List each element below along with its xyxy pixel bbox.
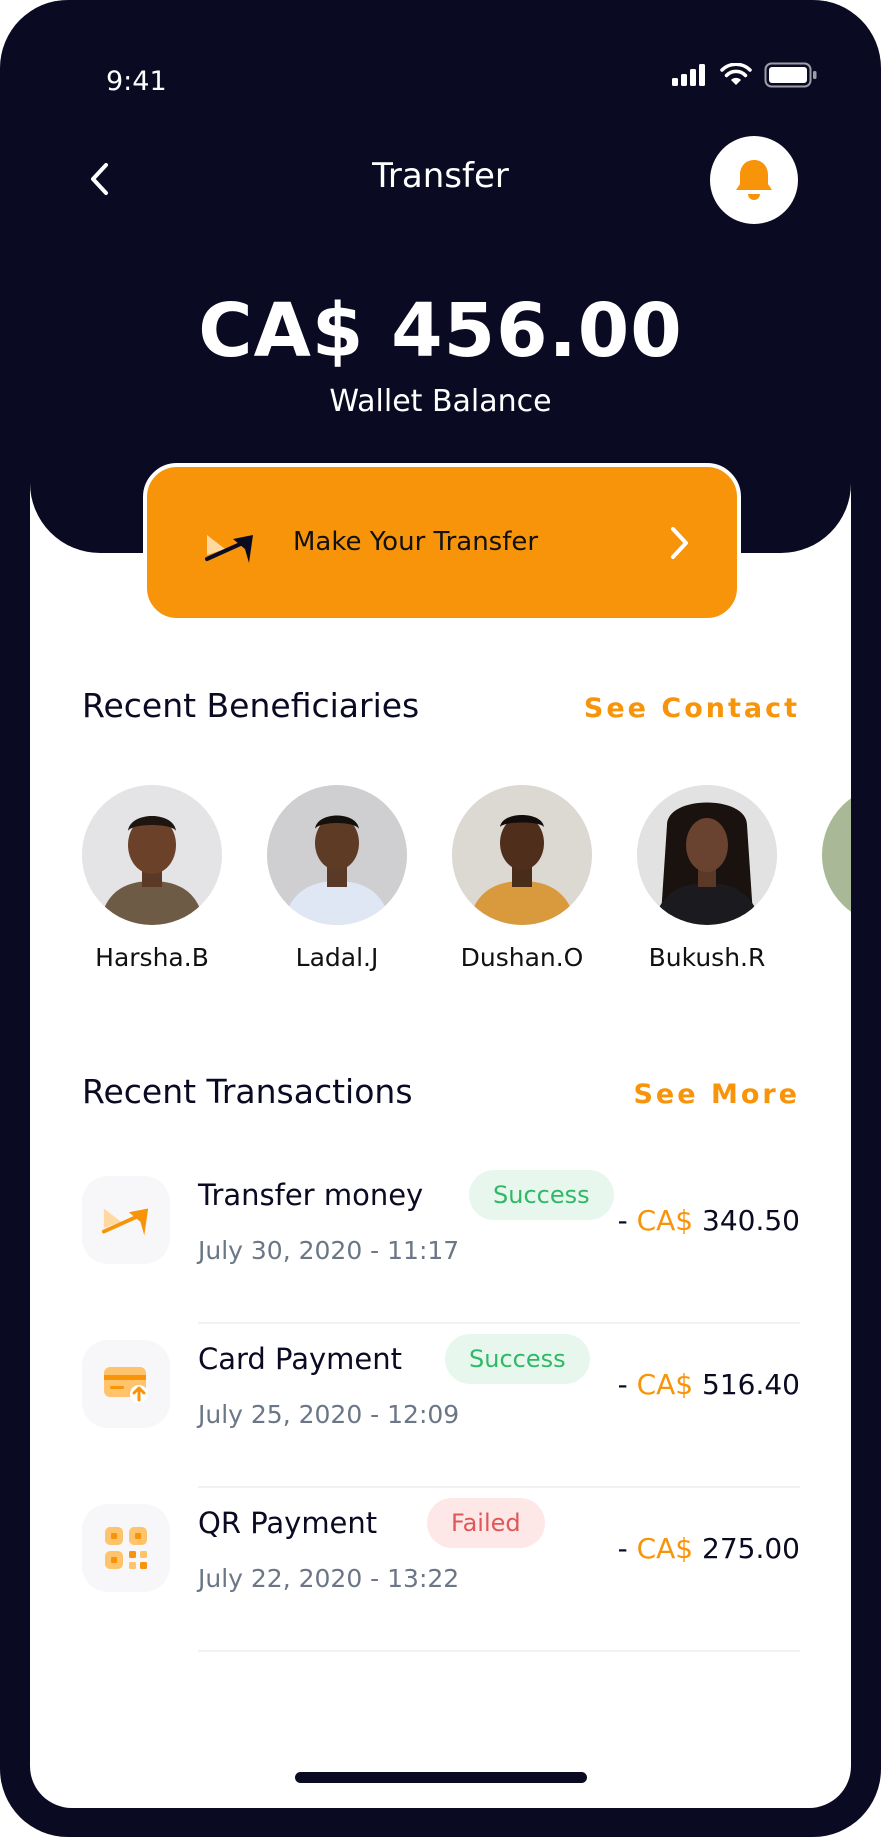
- beneficiary-avatar[interactable]: [452, 785, 592, 925]
- beneficiary-name: Bukush.R: [648, 943, 766, 972]
- chevron-right-icon: [671, 527, 688, 559]
- cellular-signal-icon: [672, 64, 705, 86]
- transaction-icon-box: [82, 1176, 170, 1264]
- transaction-title: Transfer money: [198, 1178, 424, 1212]
- bell-icon: [736, 160, 772, 200]
- amount-currency: CA$: [636, 1368, 694, 1401]
- transaction-icon-box: [82, 1340, 170, 1428]
- beneficiary-name: Dushan.O: [460, 943, 584, 972]
- transaction-date: July 30, 2020 - 11:17: [198, 1236, 460, 1265]
- amount-currency: CA$: [636, 1532, 694, 1565]
- transfer-icon: [101, 1208, 149, 1236]
- transaction-row[interactable]: QR Payment Failed July 22, 2020 - 13:22 …: [82, 1498, 800, 1668]
- home-indicator: [295, 1772, 587, 1783]
- transfer-arrow-icon: [205, 535, 253, 563]
- transaction-row[interactable]: Card Payment Success July 25, 2020 - 12:…: [82, 1334, 800, 1504]
- qr-code-icon: [105, 1527, 147, 1569]
- amount-value: 340.50: [702, 1204, 800, 1237]
- recent-beneficiaries-title: Recent Beneficiaries: [82, 686, 420, 725]
- phone-frame: 9:41 Transfer CA$ 456.00 Wallet Balance …: [0, 0, 881, 1837]
- transaction-row[interactable]: Transfer money Success July 30, 2020 - 1…: [82, 1170, 800, 1340]
- person-avatar-icon: [822, 785, 851, 925]
- amount-sign: -: [617, 1532, 628, 1565]
- card-payment-icon: [104, 1367, 148, 1403]
- see-more-link[interactable]: See More: [633, 1079, 800, 1110]
- see-contact-link[interactable]: See Contact: [584, 693, 800, 724]
- transaction-date: July 22, 2020 - 13:22: [198, 1564, 460, 1593]
- transaction-title: Card Payment: [198, 1342, 403, 1376]
- status-icons: [672, 62, 818, 88]
- beneficiary-name: H: [807, 943, 851, 972]
- make-transfer-label: Make Your Transfer: [293, 527, 539, 557]
- recent-transactions-title: Recent Transactions: [82, 1072, 413, 1111]
- notifications-button[interactable]: [710, 136, 798, 224]
- beneficiary-name: Ladal.J: [295, 943, 379, 972]
- wallet-balance-label: Wallet Balance: [329, 384, 552, 419]
- make-transfer-button[interactable]: Make Your Transfer: [143, 463, 741, 622]
- wifi-icon: [720, 63, 752, 85]
- transaction-icon-box: [82, 1504, 170, 1592]
- beneficiary-avatar[interactable]: [82, 785, 222, 925]
- status-badge: Success: [469, 1170, 614, 1220]
- divider: [198, 1322, 800, 1324]
- transaction-amount: - CA$ 340.50: [618, 1204, 800, 1237]
- status-time: 9:41: [106, 66, 167, 97]
- amount-value: 516.40: [702, 1368, 800, 1401]
- status-badge: Success: [445, 1334, 590, 1384]
- app-screen: 9:41 Transfer CA$ 456.00 Wallet Balance …: [30, 0, 851, 1808]
- amount-sign: -: [617, 1204, 628, 1237]
- person-avatar-icon: [82, 785, 222, 925]
- transaction-amount: - CA$ 516.40: [618, 1368, 800, 1401]
- transaction-date: July 25, 2020 - 12:09: [198, 1400, 460, 1429]
- beneficiary-name: Harsha.B: [95, 943, 209, 972]
- battery-icon: [764, 62, 817, 88]
- status-badge: Failed: [427, 1498, 545, 1548]
- transaction-amount: - CA$ 275.00: [618, 1532, 800, 1565]
- person-avatar-icon: [637, 785, 777, 925]
- person-avatar-icon: [452, 785, 592, 925]
- beneficiary-avatar[interactable]: [637, 785, 777, 925]
- beneficiary-avatar[interactable]: [267, 785, 407, 925]
- person-avatar-icon: [267, 785, 407, 925]
- amount-value: 275.00: [702, 1532, 800, 1565]
- divider: [198, 1650, 800, 1652]
- divider: [198, 1486, 800, 1488]
- wallet-balance-amount: CA$ 456.00: [198, 288, 683, 374]
- transaction-title: QR Payment: [198, 1506, 378, 1540]
- amount-sign: -: [617, 1368, 628, 1401]
- beneficiary-avatar[interactable]: [822, 785, 851, 925]
- amount-currency: CA$: [636, 1204, 694, 1237]
